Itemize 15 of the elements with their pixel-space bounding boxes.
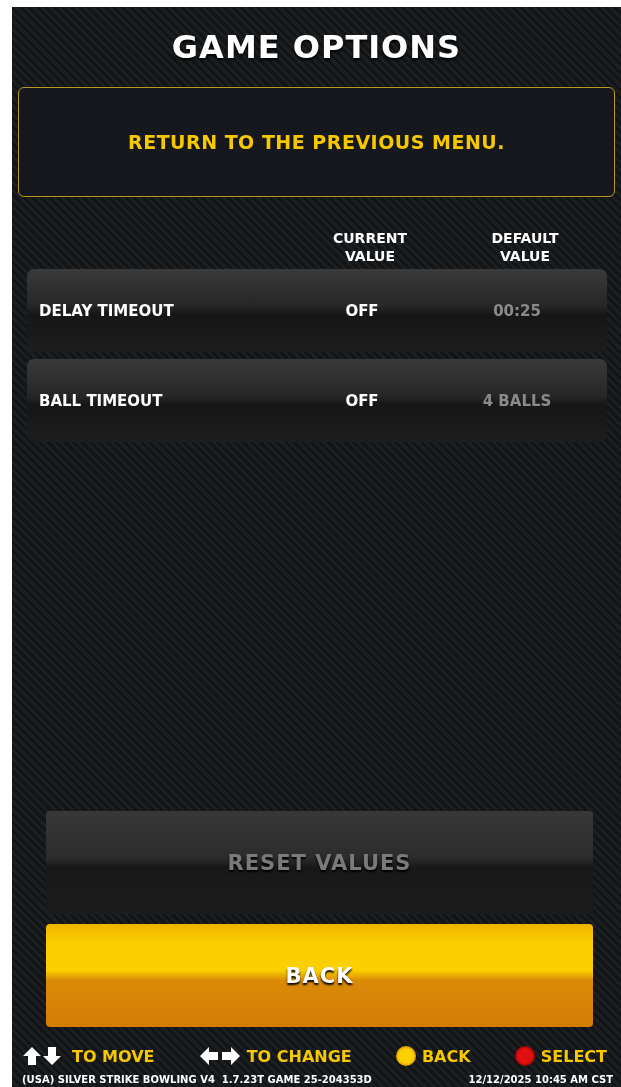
left-right-arrows-icon [198, 1046, 241, 1066]
hint-text: SELECT [540, 1046, 607, 1066]
date-time-text: 12/12/2025 10:45 AM CST [468, 1073, 613, 1085]
hint-text: TO CHANGE [246, 1046, 352, 1066]
column-header: DEFAULT VALUE [491, 229, 559, 265]
hint-text: TO MOVE [72, 1046, 155, 1066]
hint-text: BACK [421, 1046, 471, 1066]
round-button-icon [395, 1046, 416, 1066]
option-row[interactable]: DELAY TIMEOUT OFF 00:25 [27, 269, 607, 352]
round-button-icon [514, 1046, 535, 1066]
column-header: CURRENT VALUE [332, 229, 407, 265]
option-row[interactable]: BALL TIMEOUT OFF 4 BALLS [27, 359, 607, 442]
info-text: RETURN TO THE PREVIOUS MENU. [128, 131, 505, 153]
screen-title: GAME OPTIONS [170, 27, 463, 68]
version-text: (USA) SILVER STRIKE BOWLING V4 1.7.23T GAME 25-204353D [22, 1073, 372, 1085]
